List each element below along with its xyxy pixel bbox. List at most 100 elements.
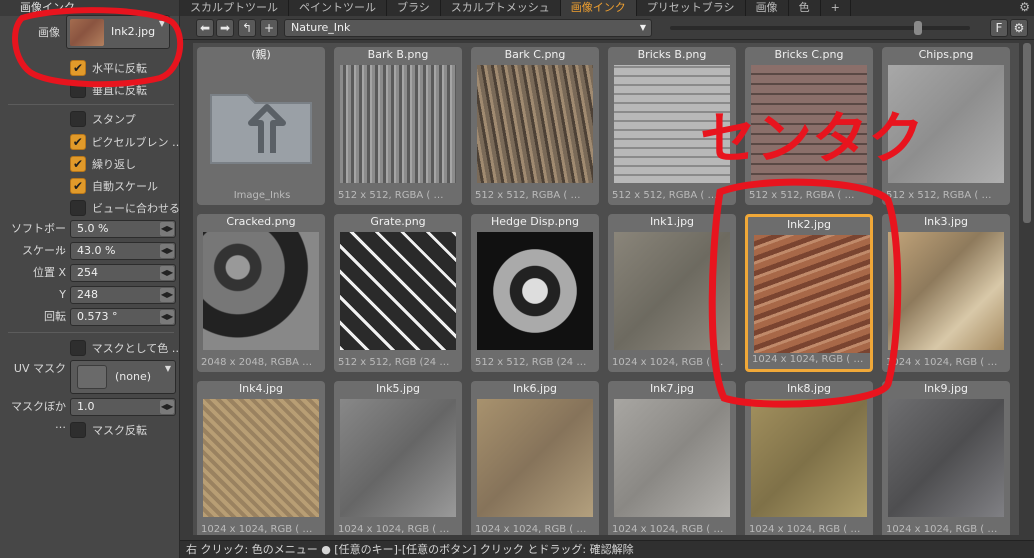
pos-x-field[interactable]: 254 ◀▶ [70,264,176,282]
pixel-blend-checkbox[interactable]: ✔ [70,134,86,150]
chevron-down-icon: ▼ [639,23,646,32]
vertical-scrollbar[interactable] [1021,43,1033,535]
image-item[interactable]: Bricks B.png 512 x 512, RGBA ( … [608,47,736,205]
tab-preset-brush[interactable]: プリセットブラシ [637,0,746,16]
image-item[interactable]: Ink8.jpg 1024 x 1024, RGB ( … [745,381,873,535]
image-thumbnail [477,232,593,350]
scale-value: 43.0 % [77,244,116,257]
image-browser-grid: (親) Image_Inks Bark B.png 512 x 512, RGBA (… [193,43,1019,535]
panel-title: 画像インク [0,0,179,16]
image-thumbnail [751,399,867,517]
spin-icon[interactable]: ◀▶ [160,288,174,302]
image-item[interactable]: Ink6.jpg 1024 x 1024, RGB ( … [471,381,599,535]
image-thumbnail [888,399,1004,517]
stamp-checkbox[interactable] [70,111,86,127]
mask-as-color-label: マスクとして色 … [91,342,180,355]
add-tab-button[interactable]: + [821,0,851,16]
mask-invert-checkbox[interactable] [70,422,86,438]
spin-icon[interactable]: ◀▶ [160,244,174,258]
mask-blur-field[interactable]: 1.0 ◀▶ [70,398,176,416]
back-button[interactable]: ⬅ [196,19,214,37]
stamp-label: スタンプ [92,113,136,126]
image-item[interactable]: Chips.png 512 x 512, RGBA ( … [882,47,1010,205]
image-row: 画像 Ink2.jpg ▼ [0,15,180,49]
image-item[interactable]: Bark B.png 512 x 512, RGBA ( … [334,47,462,205]
divider [8,104,174,105]
tab-sculpt-tools[interactable]: スカルプトツール [180,0,289,16]
slider-knob[interactable] [914,21,922,35]
image-item[interactable]: Cracked.png 2048 x 2048, RGBA … [197,214,325,372]
image-selector[interactable]: Ink2.jpg ▼ [66,15,170,49]
image-item[interactable]: Bark C.png 512 x 512, RGBA ( … [471,47,599,205]
image-item[interactable]: Ink1.jpg 1024 x 1024, RGB ( … [608,214,736,372]
fit-view-row[interactable]: ビューに合わせる [70,198,180,218]
browser-toolbar: ⬅ ➡ ↰ + Nature_Ink ▼ F ⚙ [180,16,1034,40]
flip-h-checkbox[interactable]: ✔ [70,60,86,76]
tab-image[interactable]: 画像 [746,0,789,16]
image-item[interactable]: Ink9.jpg 1024 x 1024, RGB ( … [882,381,1010,535]
item-name: Cracked.png [226,215,296,228]
settings-button[interactable]: ⚙ [1010,19,1028,37]
rotation-field[interactable]: 0.573 ° ◀▶ [70,308,176,326]
tab-image-ink[interactable]: 画像インク [560,0,637,16]
path-dropdown[interactable]: Nature_Ink ▼ [284,19,652,37]
scale-field[interactable]: 43.0 % ◀▶ [70,242,176,260]
tab-sculpt-mesh[interactable]: スカルプトメッシュ [441,0,561,16]
image-thumbnail [477,399,593,517]
pos-y-field[interactable]: 248 ◀▶ [70,286,176,304]
image-item[interactable]: Ink5.jpg 1024 x 1024, RGB ( … [334,381,462,535]
item-info: 1024 x 1024, RGB ( … [201,524,313,535]
spin-icon[interactable]: ◀▶ [160,400,174,414]
image-thumbnail [614,399,730,517]
tab-brush[interactable]: ブラシ [387,0,441,16]
up-folder-button[interactable]: ↰ [238,19,256,37]
repeat-row[interactable]: ✔ 繰り返し [70,154,180,174]
flip-h-row[interactable]: ✔ 水平に反転 [70,58,180,78]
chevron-down-icon: ▼ [158,19,165,28]
auto-scale-label: 自動スケール [92,180,158,193]
add-button[interactable]: + [260,19,278,37]
parent-folder-item[interactable]: (親) Image_Inks [197,47,325,205]
flip-v-row[interactable]: 垂直に反転 [70,80,180,100]
uv-mask-selector[interactable]: (none) ▼ [70,360,176,394]
image-item[interactable]: Ink4.jpg 1024 x 1024, RGB ( … [197,381,325,535]
arrow-left-icon: ⬅ [199,21,211,35]
item-name: Bark B.png [367,48,429,61]
forward-button[interactable]: ➡ [216,19,234,37]
item-name: Ink2.jpg [786,218,832,231]
tab-paint-tools[interactable]: ペイントツール [289,0,387,16]
mask-invert-row[interactable]: マスク反転 [70,420,180,440]
filter-button[interactable]: F [990,19,1008,37]
thumbnail-size-slider[interactable] [670,21,970,35]
repeat-checkbox[interactable]: ✔ [70,156,86,172]
spin-icon[interactable]: ◀▶ [160,266,174,280]
image-item[interactable]: Hedge Disp.png 512 x 512, RGB (24 … [471,214,599,372]
image-item[interactable]: Bricks C.png 512 x 512, RGBA ( … [745,47,873,205]
image-thumbnail [614,65,730,183]
softness-field[interactable]: 5.0 % ◀▶ [70,220,176,238]
gear-icon[interactable]: ⚙ [1019,0,1030,14]
image-item[interactable]: Ink2.jpg 1024 x 1024, RGB ( … [745,214,873,372]
image-thumbnail [203,232,319,350]
mask-as-color-checkbox[interactable] [70,340,86,356]
pos-x-value: 254 [77,266,98,279]
item-info: 1024 x 1024, RGB ( … [886,357,998,368]
spin-icon[interactable]: ◀▶ [160,222,174,236]
image-item[interactable]: Ink3.jpg 1024 x 1024, RGB ( … [882,214,1010,372]
item-name: Bricks C.png [774,48,844,61]
stamp-row[interactable]: スタンプ [70,109,180,129]
auto-scale-row[interactable]: ✔ 自動スケール [70,176,180,196]
tab-color[interactable]: 色 [789,0,821,16]
mask-as-color-row[interactable]: マスクとして色 … [70,338,180,358]
arrow-right-icon: ➡ [219,21,231,35]
auto-scale-checkbox[interactable]: ✔ [70,178,86,194]
item-info: 512 x 512, RGB (24 … [475,357,587,368]
image-value: Ink2.jpg [111,25,156,38]
image-item[interactable]: Grate.png 512 x 512, RGB (24 … [334,214,462,372]
scrollbar-thumb[interactable] [1023,43,1031,223]
flip-v-checkbox[interactable] [70,82,86,98]
image-item[interactable]: Ink7.jpg 1024 x 1024, RGB ( … [608,381,736,535]
pixel-blend-row[interactable]: ✔ ピクセルブレン … [70,132,180,152]
spin-icon[interactable]: ◀▶ [160,310,174,324]
fit-view-checkbox[interactable] [70,200,86,216]
